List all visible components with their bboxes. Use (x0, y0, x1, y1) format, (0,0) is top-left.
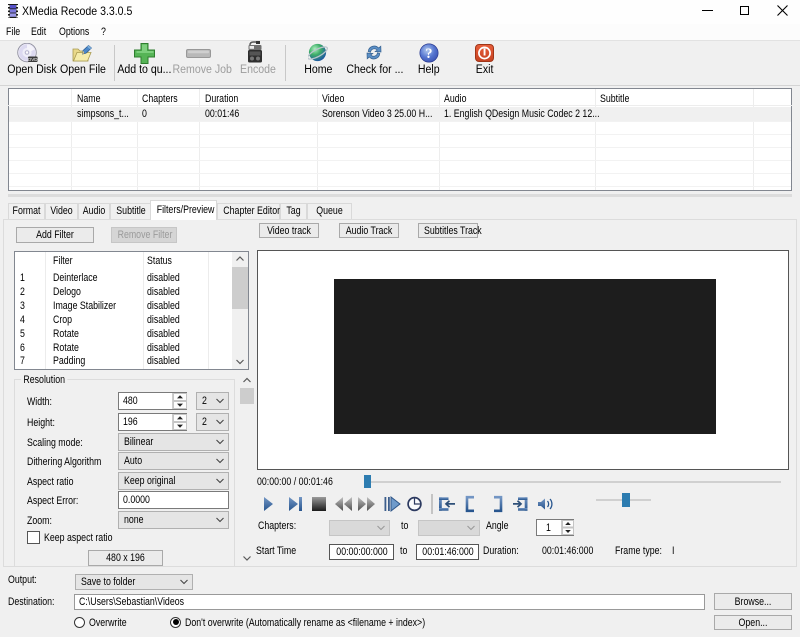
svg-text:DVD: DVD (28, 57, 38, 62)
svg-text:?: ? (425, 46, 432, 62)
